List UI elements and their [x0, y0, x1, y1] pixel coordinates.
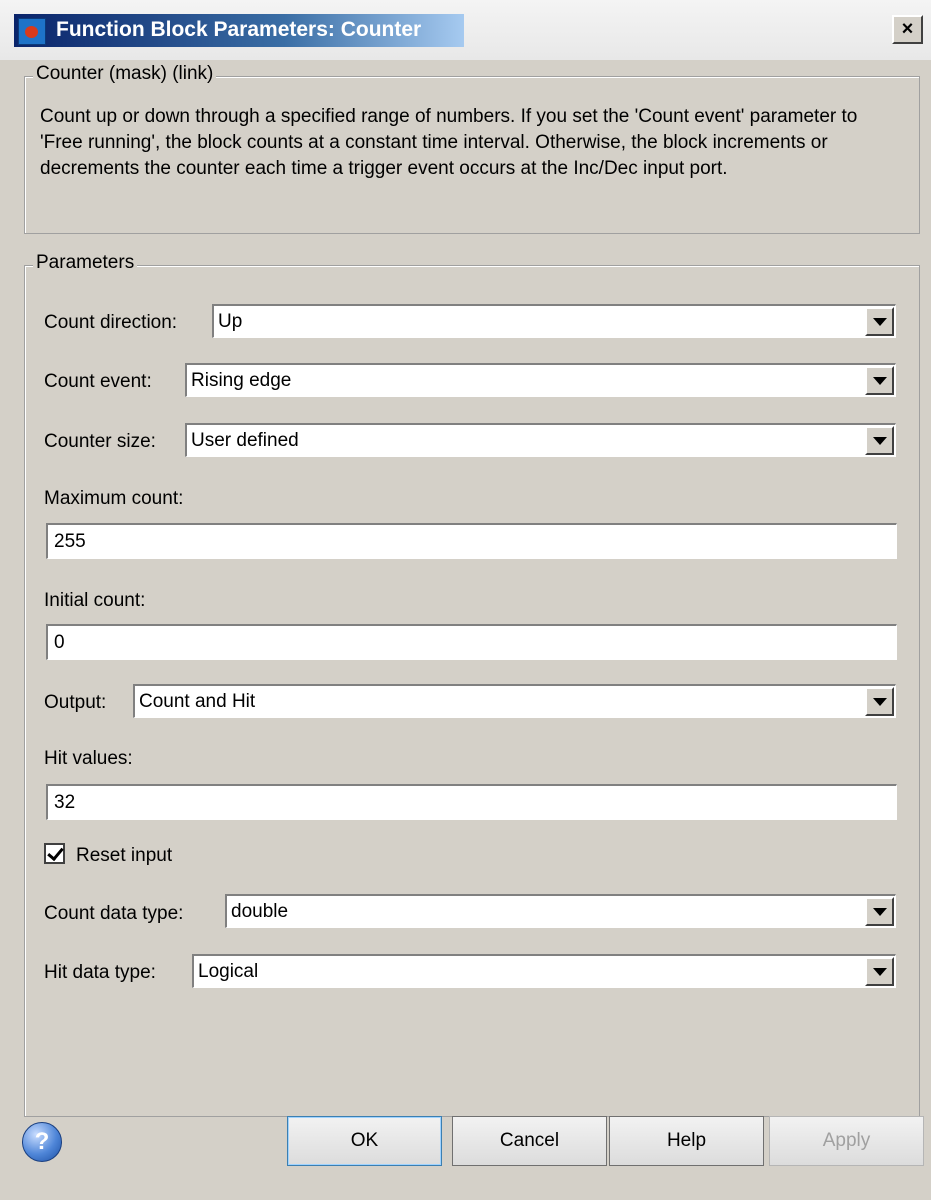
count-data-type-value: double	[231, 901, 289, 922]
cancel-button[interactable]: Cancel	[452, 1116, 607, 1166]
counter-size-value: User defined	[191, 430, 299, 451]
output-dropdown[interactable]: Count and Hit	[133, 684, 896, 718]
hit-data-type-label: Hit data type:	[44, 962, 156, 983]
maximum-count-label: Maximum count:	[44, 488, 184, 509]
reset-input-checkbox[interactable]	[44, 843, 65, 864]
block-description: Count up or down through a specified ran…	[40, 106, 858, 179]
title-bar: Function Block Parameters: Counter ×	[0, 0, 931, 60]
count-event-value: Rising edge	[191, 370, 292, 391]
reset-input-label[interactable]: Reset input	[76, 845, 172, 867]
count-data-type-dropdown[interactable]: double	[225, 894, 896, 928]
apply-button[interactable]: Apply	[769, 1116, 924, 1166]
hit-data-type-value: Logical	[198, 961, 259, 982]
simulink-app-icon	[18, 18, 46, 45]
ok-button[interactable]: OK	[287, 1116, 442, 1166]
count-event-label: Count event:	[44, 371, 152, 392]
initial-count-label: Initial count:	[44, 590, 146, 611]
parameters-group-legend: Parameters	[33, 252, 138, 274]
count-direction-value: Up	[218, 311, 243, 332]
chevron-down-icon[interactable]	[865, 307, 894, 336]
help-button[interactable]: Help	[609, 1116, 764, 1166]
help-icon[interactable]: ?	[22, 1122, 62, 1162]
hit-data-type-dropdown[interactable]: Logical	[192, 954, 896, 988]
maximum-count-input[interactable]: 255	[46, 523, 897, 559]
hit-values-input[interactable]: 32	[46, 784, 897, 820]
count-event-dropdown[interactable]: Rising edge	[185, 363, 896, 397]
initial-count-input[interactable]: 0	[46, 624, 897, 660]
chevron-down-icon[interactable]	[865, 957, 894, 986]
chevron-down-icon[interactable]	[865, 897, 894, 926]
output-label: Output:	[44, 692, 107, 713]
description-group-legend: Counter (mask) (link)	[33, 63, 217, 85]
counter-size-dropdown[interactable]: User defined	[185, 423, 896, 457]
count-data-type-label: Count data type:	[44, 903, 184, 924]
chevron-down-icon[interactable]	[865, 366, 894, 395]
counter-size-label: Counter size:	[44, 431, 156, 452]
window-title: Function Block Parameters: Counter	[56, 18, 422, 41]
count-direction-label: Count direction:	[44, 312, 178, 333]
count-direction-dropdown[interactable]: Up	[212, 304, 896, 338]
chevron-down-icon[interactable]	[865, 687, 894, 716]
output-value: Count and Hit	[139, 691, 256, 712]
chevron-down-icon[interactable]	[865, 426, 894, 455]
close-button[interactable]: ×	[892, 15, 923, 44]
hit-values-label: Hit values:	[44, 748, 133, 769]
